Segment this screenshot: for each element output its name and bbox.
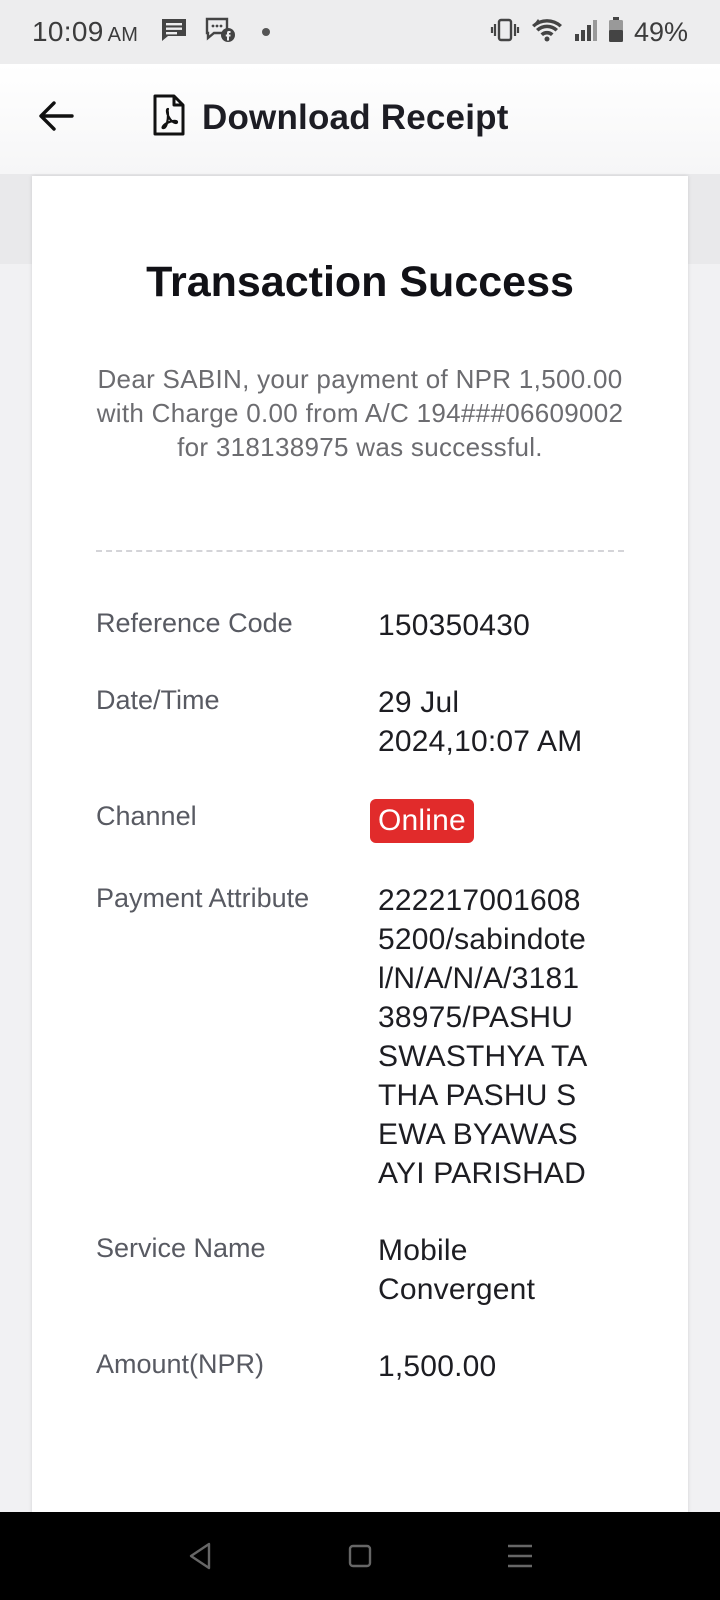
detail-value: Online [370, 799, 656, 843]
receipt-details: Reference Code 150350430 Date/Time 29 Ju… [96, 606, 656, 1424]
back-arrow-icon [39, 101, 74, 131]
square-home-icon [348, 1544, 372, 1568]
pdf-file-icon [152, 94, 186, 141]
channel-badge: Online [370, 799, 474, 843]
detail-value: 150350430 [378, 609, 530, 642]
detail-label: Date/Time [96, 685, 220, 715]
nav-home-button[interactable] [330, 1526, 390, 1586]
detail-row-date-time: Date/Time 29 Jul 2024,10:07 AM [96, 683, 656, 761]
system-nav-bar [0, 1512, 720, 1600]
status-time-ampm: AM [107, 24, 139, 46]
download-receipt-action[interactable]: Download Receipt [152, 94, 509, 141]
detail-row-payment-attribute: Payment Attribute 2222170016085200/sabin… [96, 881, 656, 1193]
triangle-back-icon [189, 1542, 211, 1570]
detail-label: Payment Attribute [96, 883, 310, 913]
notification-icons [160, 16, 271, 49]
status-time: 10:09 AM [32, 16, 138, 48]
screen: 10:09 AM 49% Download Receipt Transactio… [0, 0, 720, 1600]
messenger-icon [204, 16, 236, 49]
detail-label: Amount(NPR) [96, 1349, 265, 1379]
detail-row-service-name: Service Name Mobile Convergent [96, 1231, 656, 1309]
app-header: Download Receipt [0, 64, 720, 174]
detail-value: Mobile Convergent [378, 1234, 536, 1306]
system-icons: 49% [490, 16, 688, 48]
detail-label: Service Name [96, 1233, 266, 1263]
menu-lines-icon [508, 1544, 532, 1568]
signal-icon [574, 18, 598, 47]
status-time-value: 10:09 [32, 16, 104, 47]
detail-value: 29 Jul 2024,10:07 AM [378, 686, 583, 758]
nav-back-button[interactable] [170, 1526, 230, 1586]
dashed-divider [96, 550, 624, 552]
status-bar: 10:09 AM 49% [0, 0, 720, 64]
detail-value: 2222170016085200/sabindotel/N/A/N/A/3181… [378, 884, 588, 1190]
detail-row-channel: Channel Online [96, 799, 656, 843]
detail-row-reference-code: Reference Code 150350430 [96, 606, 656, 645]
detail-row-amount: Amount(NPR) 1,500.00 [96, 1347, 656, 1386]
page-title: Download Receipt [202, 97, 509, 137]
receipt-title: Transaction Success [146, 258, 574, 306]
receipt-card: Transaction Success Dear SABIN, your pay… [32, 176, 688, 1516]
battery-icon [608, 16, 624, 48]
detail-label: Reference Code [96, 608, 293, 638]
vibrate-icon [490, 18, 520, 47]
detail-label: Channel [96, 801, 197, 831]
detail-value: 1,500.00 [378, 1350, 497, 1383]
back-button[interactable] [34, 94, 78, 138]
receipt-message: Dear SABIN, your payment of NPR 1,500.00… [96, 364, 624, 462]
wifi-icon [530, 17, 564, 48]
battery-percent: 49% [633, 16, 688, 47]
more-notifications-dot [262, 28, 271, 36]
nav-menu-button[interactable] [490, 1526, 550, 1586]
message-icon [160, 17, 188, 48]
